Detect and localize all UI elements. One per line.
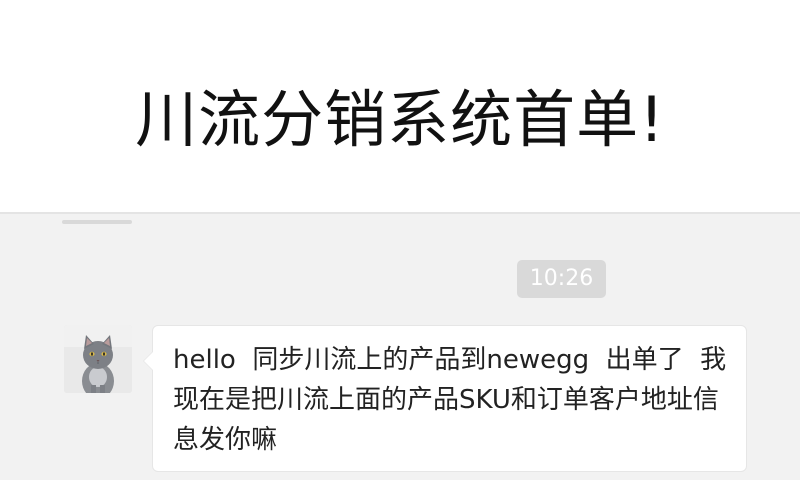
cat-avatar-icon (64, 325, 132, 393)
message-timestamp: 10:26 (517, 260, 606, 298)
message-text: hello 同步川流上的产品到newegg 出单了 我现在是把川流上面的产品SK… (173, 345, 727, 455)
previous-message-edge (62, 220, 132, 224)
bubble-tail (144, 352, 153, 370)
sender-avatar[interactable] (64, 325, 132, 393)
headline-title: 川流分销系统首单! (135, 83, 665, 156)
message-bubble[interactable]: hello 同步川流上的产品到newegg 出单了 我现在是把川流上面的产品SK… (143, 325, 747, 472)
chat-area[interactable]: 10:26 hello 同步川流上的产品到newegg 出单了 我现在是把川流上… (0, 212, 800, 480)
headline-area: 川流分销系统首单! (0, 0, 800, 212)
